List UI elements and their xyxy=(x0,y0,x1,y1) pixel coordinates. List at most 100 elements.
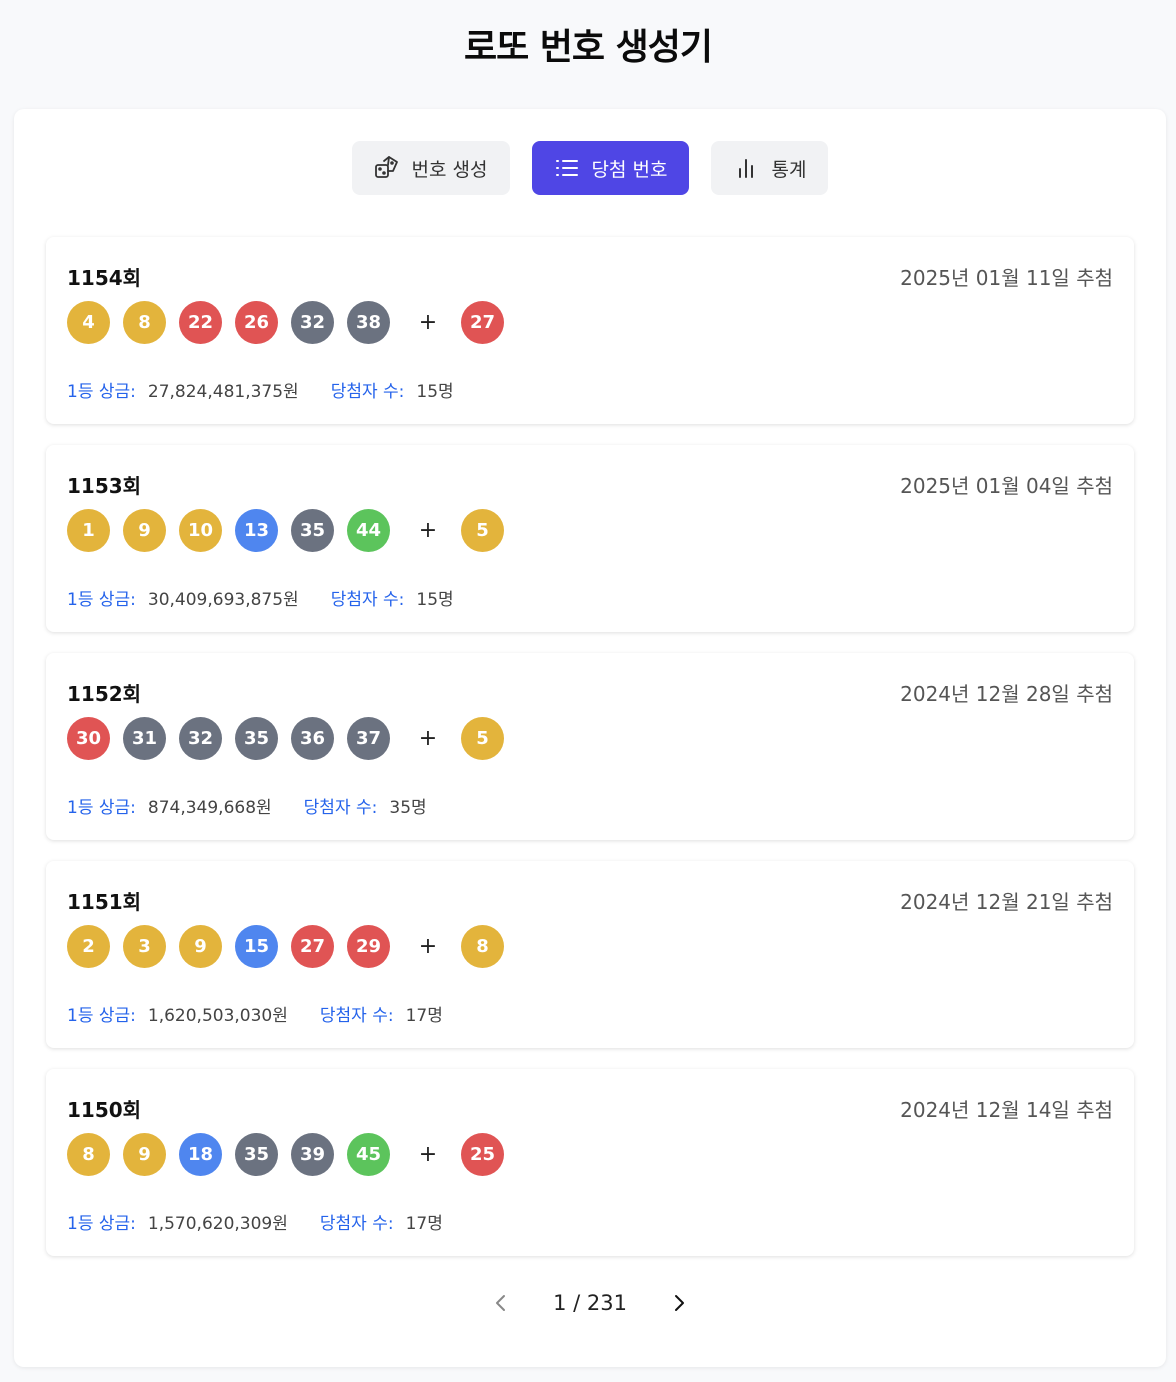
number-ball: 36 xyxy=(291,717,334,760)
pagination: 1 / 231 xyxy=(14,1291,1166,1315)
number-ball: 15 xyxy=(235,925,278,968)
draw-list: 1154회 2025년 01월 11일 추첨 4 8 22 26 32 38 +27 1등 상금:… xyxy=(46,237,1134,1277)
prev-page-button[interactable] xyxy=(489,1291,513,1315)
list-icon xyxy=(554,155,580,181)
winners-label: 당첨자 수: xyxy=(330,382,405,402)
number-ball: 26 xyxy=(235,301,278,344)
page-indicator: 1 / 231 xyxy=(553,1291,627,1315)
draw-date: 2025년 01월 11일 추첨 xyxy=(900,266,1113,290)
number-ball: 35 xyxy=(291,509,334,552)
draw-card: 1152회 2024년 12월 28일 추첨 30 31 32 35 36 37 +5 1등 상금… xyxy=(46,653,1134,840)
number-ball: 3 xyxy=(123,925,166,968)
draw-info: 1등 상금: 874,349,668원 당첨자 수: 35명 xyxy=(67,793,459,818)
number-ball: 9 xyxy=(123,509,166,552)
tab-generate-label: 번호 생성 xyxy=(411,158,488,181)
winners-label: 당첨자 수: xyxy=(319,1006,394,1026)
next-page-button[interactable] xyxy=(667,1291,691,1315)
winners-value: 15명 xyxy=(416,382,454,402)
draw-date: 2024년 12월 28일 추첨 xyxy=(900,682,1113,706)
prize-label: 1등 상금: xyxy=(67,1214,136,1234)
tab-winning-numbers[interactable]: 당첨 번호 xyxy=(531,141,690,195)
number-balls: 30 31 32 35 36 37 +5 xyxy=(67,717,517,760)
number-ball: 8 xyxy=(123,301,166,344)
number-ball: 35 xyxy=(235,717,278,760)
number-ball: 37 xyxy=(347,717,390,760)
winners-value: 17명 xyxy=(405,1214,443,1234)
chevron-left-icon xyxy=(496,1295,506,1311)
bonus-plus-sign: + xyxy=(418,310,438,335)
number-ball: 35 xyxy=(235,1133,278,1176)
bonus-plus-sign: + xyxy=(418,518,438,543)
draw-round: 1152회 xyxy=(67,682,142,706)
winners-value: 17명 xyxy=(405,1006,443,1026)
prize-label: 1등 상금: xyxy=(67,1006,136,1026)
number-ball: 18 xyxy=(179,1133,222,1176)
number-ball: 1 xyxy=(67,509,110,552)
draw-round: 1153회 xyxy=(67,474,142,498)
tab-statistics-label: 통계 xyxy=(771,158,807,181)
bonus-plus-sign: + xyxy=(418,726,438,751)
number-ball: 44 xyxy=(347,509,390,552)
bonus-ball: 5 xyxy=(461,717,504,760)
number-ball: 10 xyxy=(179,509,222,552)
draw-info: 1등 상금: 1,570,620,309원 당첨자 수: 17명 xyxy=(67,1209,475,1234)
number-ball: 8 xyxy=(67,1133,110,1176)
draw-info: 1등 상금: 27,824,481,375원 당첨자 수: 15명 xyxy=(67,377,486,402)
number-ball: 39 xyxy=(291,1133,334,1176)
tab-statistics[interactable]: 통계 xyxy=(711,141,829,195)
draw-card: 1154회 2025년 01월 11일 추첨 4 8 22 26 32 38 +27 1등 상금:… xyxy=(46,237,1134,424)
prize-value: 27,824,481,375원 xyxy=(147,382,299,402)
page-title: 로또 번호 생성기 xyxy=(464,27,713,68)
prize-label: 1등 상금: xyxy=(67,382,136,402)
bonus-ball: 8 xyxy=(461,925,504,968)
draw-round: 1150회 xyxy=(67,1098,142,1122)
bonus-ball: 25 xyxy=(461,1133,504,1176)
winners-label: 당첨자 수: xyxy=(319,1214,394,1234)
draw-round: 1151회 xyxy=(67,890,142,914)
draw-card: 1150회 2024년 12월 14일 추첨 8 9 18 35 39 45 +25 1등 상금:… xyxy=(46,1069,1134,1256)
draw-date: 2024년 12월 21일 추첨 xyxy=(900,890,1113,914)
number-ball: 13 xyxy=(235,509,278,552)
tab-generate[interactable]: 번호 생성 xyxy=(351,141,510,195)
draw-info: 1등 상금: 1,620,503,030원 당첨자 수: 17명 xyxy=(67,1001,475,1026)
main-card: 번호 생성 당첨 번호 통계 1154회 2025년 01월 11일 추첨 4 … xyxy=(14,109,1166,1367)
number-ball: 22 xyxy=(179,301,222,344)
number-balls: 8 9 18 35 39 45 +25 xyxy=(67,1133,517,1176)
number-ball: 27 xyxy=(291,925,334,968)
prize-value: 1,570,620,309원 xyxy=(147,1214,288,1234)
number-ball: 31 xyxy=(123,717,166,760)
number-ball: 2 xyxy=(67,925,110,968)
number-balls: 4 8 22 26 32 38 +27 xyxy=(67,301,517,344)
number-ball: 30 xyxy=(67,717,110,760)
tab-winning-numbers-label: 당첨 번호 xyxy=(591,158,668,181)
tab-bar: 번호 생성 당첨 번호 통계 xyxy=(14,141,1166,195)
bar-chart-icon xyxy=(733,155,759,181)
draw-date: 2025년 01월 04일 추첨 xyxy=(900,474,1113,498)
number-ball: 32 xyxy=(179,717,222,760)
prize-label: 1등 상금: xyxy=(67,590,136,610)
chevron-right-icon xyxy=(674,1295,684,1311)
winners-value: 15명 xyxy=(416,590,454,610)
number-ball: 9 xyxy=(179,925,222,968)
number-ball: 4 xyxy=(67,301,110,344)
winners-label: 당첨자 수: xyxy=(303,798,378,818)
number-balls: 1 9 10 13 35 44 +5 xyxy=(67,509,517,552)
draw-card: 1153회 2025년 01월 04일 추첨 1 9 10 13 35 44 +5 1등 상금: 3… xyxy=(46,445,1134,632)
prize-label: 1등 상금: xyxy=(67,798,136,818)
number-ball: 9 xyxy=(123,1133,166,1176)
bonus-plus-sign: + xyxy=(418,1142,438,1167)
prize-value: 30,409,693,875원 xyxy=(147,590,299,610)
draw-info: 1등 상금: 30,409,693,875원 당첨자 수: 15명 xyxy=(67,585,486,610)
winners-label: 당첨자 수: xyxy=(330,590,405,610)
bonus-ball: 5 xyxy=(461,509,504,552)
draw-round: 1154회 xyxy=(67,266,142,290)
bonus-ball: 27 xyxy=(461,301,504,344)
draw-card: 1151회 2024년 12월 21일 추첨 2 3 9 15 27 29 +8 1등 상금: 1,… xyxy=(46,861,1134,1048)
draw-date: 2024년 12월 14일 추첨 xyxy=(900,1098,1113,1122)
number-ball: 32 xyxy=(291,301,334,344)
prize-value: 1,620,503,030원 xyxy=(147,1006,288,1026)
prize-value: 874,349,668원 xyxy=(147,798,272,818)
number-ball: 29 xyxy=(347,925,390,968)
dice-icon xyxy=(374,155,400,181)
number-balls: 2 3 9 15 27 29 +8 xyxy=(67,925,517,968)
